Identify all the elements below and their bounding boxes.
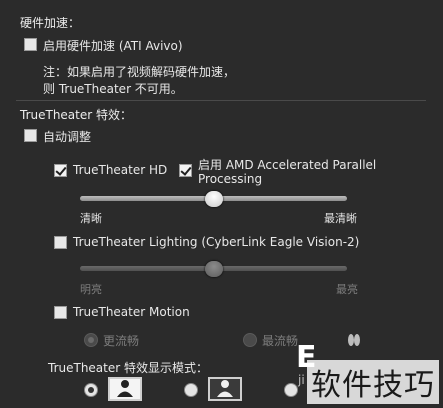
truetheater-hd-checkbox[interactable] [54, 164, 67, 177]
hw-accel-note-line2: 则 TrueTheater 不可用。 [43, 82, 183, 96]
hd-slider-max-label: 最清晰 [324, 212, 357, 225]
lighting-slider-thumb[interactable] [204, 261, 223, 277]
person-icon [217, 380, 233, 397]
display-mode-radio-1[interactable] [84, 383, 98, 397]
auto-adjust-checkbox[interactable] [24, 129, 37, 142]
truetheater-motion-label: TrueTheater Motion [73, 305, 190, 319]
lighting-slider-min-label: 明亮 [80, 283, 102, 296]
display-mode-preview-2[interactable] [208, 377, 242, 401]
person-icon [117, 380, 133, 397]
watermark-small-text: ji [298, 373, 305, 387]
motion-smoothest-label: 最流畅 [262, 334, 299, 348]
hd-slider-thumb[interactable] [204, 191, 223, 207]
display-mode-preview-1[interactable] [108, 377, 142, 401]
motion-smoother-label: 更流畅 [103, 334, 140, 348]
motion-smoothest-radio[interactable] [243, 333, 257, 347]
hw-accel-title: 硬件加速： [20, 16, 81, 30]
amd-app-checkbox[interactable] [179, 164, 192, 177]
section-divider [16, 100, 426, 101]
hd-slider-min-label: 清晰 [80, 212, 102, 225]
motion-smoother-radio[interactable] [84, 333, 98, 347]
truetheater-motion-checkbox[interactable] [54, 306, 67, 319]
truetheater-lighting-checkbox[interactable] [54, 236, 67, 249]
lighting-slider-max-label: 最亮 [336, 283, 358, 296]
display-mode-radio-3[interactable] [284, 383, 298, 397]
truetheater-lighting-label: TrueTheater Lighting (CyberLink Eagle Vi… [73, 235, 360, 249]
auto-adjust-label: 自动调整 [43, 130, 92, 144]
truetheater-title: TrueTheater 特效： [20, 108, 132, 122]
hw-accel-note-line1: 注：如果启用了视频解码硬件加速， [43, 65, 236, 79]
truetheater-hd-label: TrueTheater HD [73, 163, 168, 177]
leaf-icon [348, 334, 360, 346]
amd-app-label-line1: 启用 AMD Accelerated Parallel [198, 158, 377, 172]
hw-accel-checkbox[interactable] [24, 38, 37, 51]
watermark-text: 软件技巧 [307, 360, 439, 404]
hw-accel-label: 启用硬件加速 (ATI Avivo) [43, 39, 183, 53]
display-mode-title: TrueTheater 特效显示模式： [48, 361, 208, 375]
amd-app-label-line2: Processing [198, 172, 263, 186]
display-mode-radio-2[interactable] [184, 383, 198, 397]
